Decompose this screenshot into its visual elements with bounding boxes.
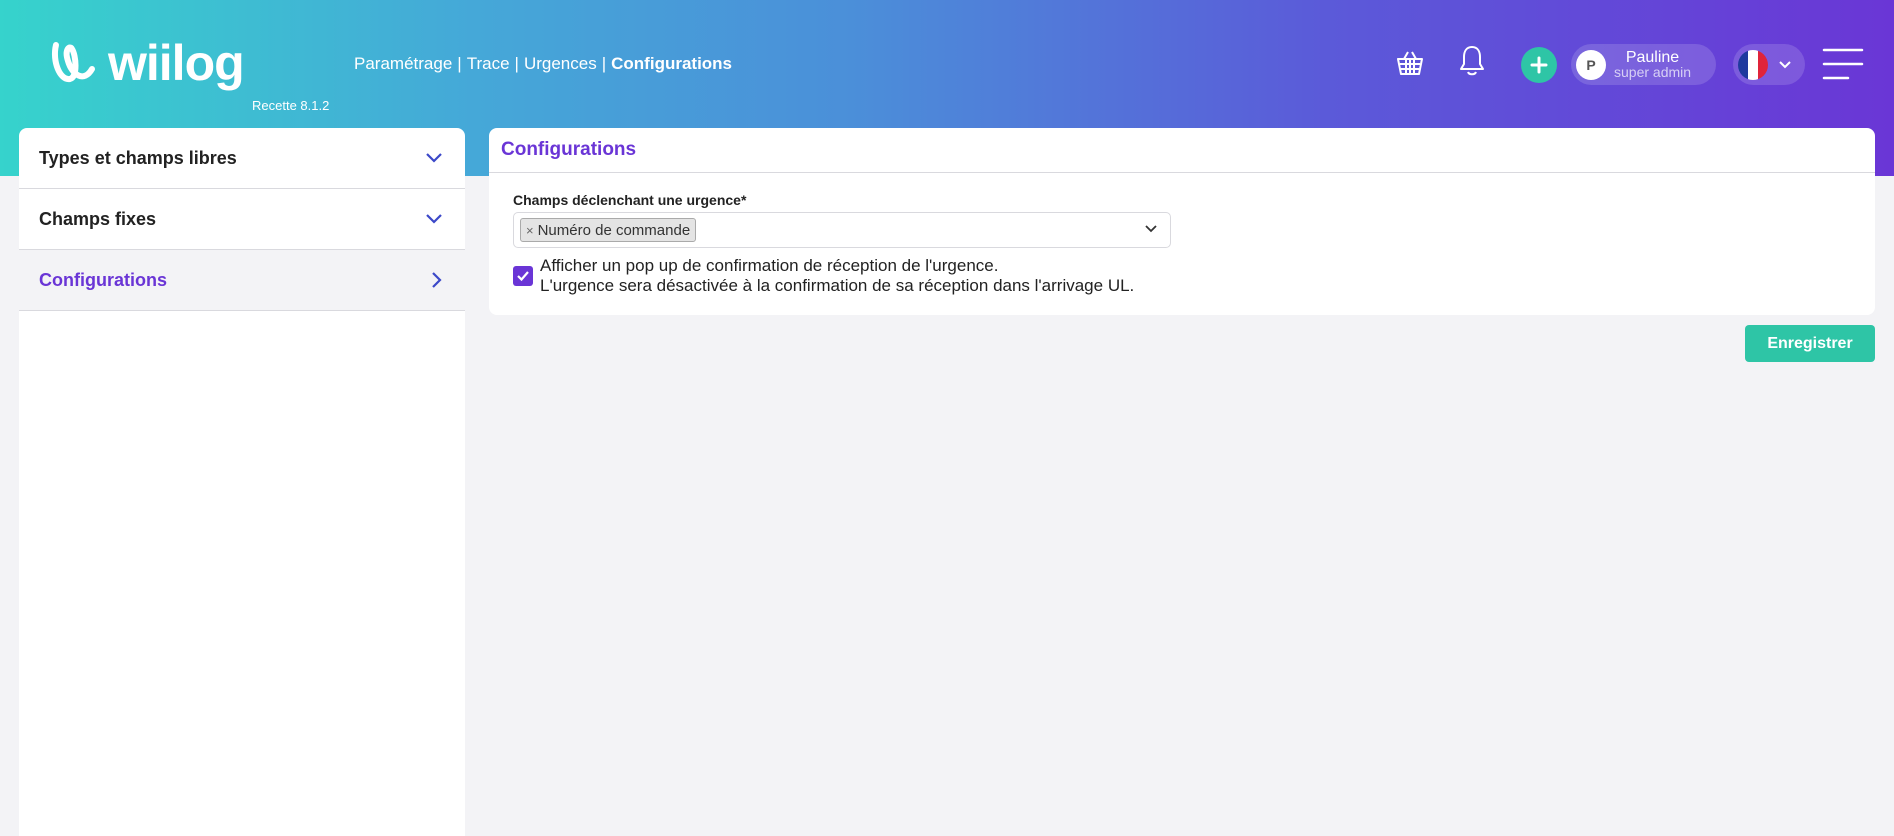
checkmark-icon [517,271,529,282]
breadcrumb-item[interactable]: Trace [467,54,510,74]
chevron-right-icon [432,272,442,288]
avatar: P [1576,49,1606,80]
sidebar: Types et champs libres Champs fixes Conf… [19,128,465,836]
chevron-down-icon [1779,60,1791,68]
breadcrumb: Paramétrage | Trace | Urgences | Configu… [354,54,732,74]
breadcrumb-item[interactable]: Paramétrage [354,54,452,74]
plus-icon [1530,56,1548,74]
menu-icon[interactable] [1822,47,1864,86]
language-selector[interactable] [1733,44,1805,85]
wiilog-logo[interactable]: wiilog [50,34,245,92]
version-label: Recette 8.1.2 [252,98,330,113]
bell-icon[interactable] [1457,44,1487,83]
field-label: Champs déclenchant une urgence* [513,192,747,208]
sidebar-item-types-champs-libres[interactable]: Types et champs libres [19,128,465,189]
add-button[interactable] [1521,47,1557,83]
tag-remove-icon[interactable]: × [526,223,534,238]
breadcrumb-item[interactable]: Urgences [524,54,597,74]
logo-text: wiilog [108,35,245,91]
chevron-down-icon[interactable] [1144,224,1158,234]
basket-icon[interactable] [1395,48,1425,83]
user-role: super admin [1614,63,1692,80]
sidebar-item-label: Types et champs libres [39,147,237,168]
tag-label: Numéro de commande [537,221,691,239]
sidebar-item-label: Champs fixes [39,208,157,229]
sidebar-item-label: Configurations [39,269,167,290]
save-button[interactable]: Enregistrer [1745,325,1875,362]
flag-fr-icon [1738,49,1768,80]
sidebar-item-configurations[interactable]: Configurations [19,250,465,311]
breadcrumb-separator: | [514,54,519,73]
checkbox-label: Afficher un pop up de confirmation de ré… [540,256,1134,296]
user-info: Pauline super admin [1614,48,1692,80]
panel-title: Configurations [489,128,1875,173]
configurations-panel: Configurations Champs déclenchant une ur… [489,128,1875,315]
urgency-fields-select[interactable]: × Numéro de commande [513,212,1171,248]
logo-mark-icon [52,42,95,82]
user-menu[interactable]: P Pauline super admin [1571,44,1716,85]
breadcrumb-current: Configurations [611,54,733,73]
user-name: Pauline [1625,48,1680,66]
sidebar-item-champs-fixes[interactable]: Champs fixes [19,189,465,250]
breadcrumb-separator: | [457,54,462,73]
checkbox-label-line2: L'urgence sera désactivée à la confirmat… [540,276,1135,295]
breadcrumb-separator: | [601,54,607,73]
selected-tag: × Numéro de commande [520,218,697,242]
checkbox-label-line1: Afficher un pop up de confirmation de ré… [540,256,999,275]
chevron-down-icon [426,214,442,224]
confirmation-popup-checkbox[interactable] [513,266,533,286]
chevron-down-icon [426,153,442,163]
